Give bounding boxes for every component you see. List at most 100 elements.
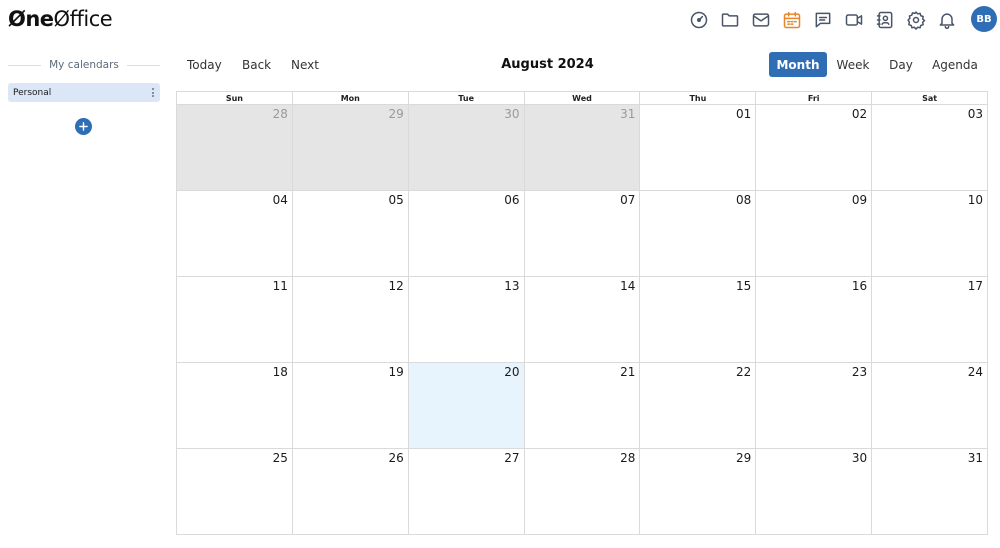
chat-icon[interactable] <box>807 7 838 32</box>
gear-icon[interactable] <box>900 7 931 32</box>
day-number[interactable]: 20 <box>504 365 519 379</box>
day-cell[interactable]: 04 <box>177 191 292 276</box>
day-number[interactable]: 26 <box>388 451 403 465</box>
day-cell[interactable]: 23 <box>755 363 871 448</box>
day-number[interactable]: 04 <box>273 193 288 207</box>
day-number[interactable]: 21 <box>620 365 635 379</box>
day-number[interactable]: 29 <box>736 451 751 465</box>
day-number[interactable]: 16 <box>852 279 867 293</box>
day-number[interactable]: 27 <box>504 451 519 465</box>
day-cell[interactable]: 28 <box>177 105 292 190</box>
day-number[interactable]: 15 <box>736 279 751 293</box>
day-cell[interactable]: 19 <box>291 363 408 448</box>
weekday-header: Sun Mon Tue Wed Thu Fri Sat <box>177 92 987 105</box>
day-cell[interactable]: 02 <box>755 105 871 190</box>
more-options-icon[interactable] <box>152 88 154 97</box>
day-number[interactable]: 30 <box>852 451 867 465</box>
today-button[interactable]: Today <box>187 57 222 73</box>
day-cell[interactable]: 06 <box>407 191 524 276</box>
day-number[interactable]: 10 <box>968 193 983 207</box>
day-cell[interactable]: 07 <box>523 191 640 276</box>
app-logo[interactable]: ØneØffice <box>8 7 113 31</box>
day-number[interactable]: 31 <box>620 107 635 121</box>
day-number[interactable]: 12 <box>388 279 403 293</box>
day-number[interactable]: 02 <box>852 107 867 121</box>
day-number[interactable]: 28 <box>620 451 635 465</box>
day-cell[interactable]: 03 <box>871 105 987 190</box>
day-cell[interactable]: 09 <box>755 191 871 276</box>
back-button[interactable]: Back <box>242 57 271 73</box>
next-button[interactable]: Next <box>291 57 319 73</box>
mail-icon[interactable] <box>745 7 776 32</box>
day-cell[interactable]: 10 <box>871 191 987 276</box>
folder-icon[interactable] <box>714 7 745 32</box>
day-number[interactable]: 28 <box>273 107 288 121</box>
day-cell[interactable]: 25 <box>177 449 292 534</box>
day-number[interactable]: 01 <box>736 107 751 121</box>
day-number[interactable]: 08 <box>736 193 751 207</box>
day-number[interactable]: 24 <box>968 365 983 379</box>
avatar-initials: BB <box>976 13 992 25</box>
bell-icon[interactable] <box>931 7 962 32</box>
day-number[interactable]: 31 <box>968 451 983 465</box>
day-number[interactable]: 22 <box>736 365 751 379</box>
day-number[interactable]: 18 <box>273 365 288 379</box>
day-cell-today[interactable]: 20 <box>407 363 524 448</box>
calendar-icon[interactable] <box>776 7 807 32</box>
day-cell[interactable]: 11 <box>177 277 292 362</box>
day-number[interactable]: 14 <box>620 279 635 293</box>
view-day-button[interactable]: Day <box>884 52 918 77</box>
day-cell[interactable]: 16 <box>755 277 871 362</box>
weekday-label: Sat <box>871 92 987 104</box>
view-week-button[interactable]: Week <box>833 52 873 77</box>
day-cell[interactable]: 29 <box>639 449 755 534</box>
day-cell[interactable]: 21 <box>523 363 640 448</box>
day-number[interactable]: 13 <box>504 279 519 293</box>
day-cell[interactable]: 31 <box>871 449 987 534</box>
day-number[interactable]: 03 <box>968 107 983 121</box>
day-cell[interactable]: 30 <box>755 449 871 534</box>
view-month-button[interactable]: Month <box>769 52 827 77</box>
day-number[interactable]: 11 <box>273 279 288 293</box>
day-number[interactable]: 25 <box>273 451 288 465</box>
sidebar-header: My calendars <box>8 57 160 73</box>
day-cell[interactable]: 17 <box>871 277 987 362</box>
calendar-item-label: Personal <box>13 87 52 98</box>
day-cell[interactable]: 24 <box>871 363 987 448</box>
day-number[interactable]: 17 <box>968 279 983 293</box>
week-row: 11 12 13 14 15 16 17 <box>177 276 987 362</box>
day-number[interactable]: 30 <box>504 107 519 121</box>
week-row: 18 19 20 21 22 23 24 <box>177 362 987 448</box>
day-number[interactable]: 07 <box>620 193 635 207</box>
view-agenda-button[interactable]: Agenda <box>928 52 982 77</box>
contacts-icon[interactable] <box>869 7 900 32</box>
day-number[interactable]: 09 <box>852 193 867 207</box>
dashboard-icon[interactable] <box>683 7 714 32</box>
video-icon[interactable] <box>838 7 869 32</box>
calendar-item-personal[interactable]: Personal <box>8 83 160 102</box>
day-cell[interactable]: 05 <box>291 191 408 276</box>
day-number[interactable]: 23 <box>852 365 867 379</box>
day-cell[interactable]: 31 <box>523 105 640 190</box>
day-cell[interactable]: 29 <box>291 105 408 190</box>
day-cell[interactable]: 13 <box>407 277 524 362</box>
day-number[interactable]: 19 <box>388 365 403 379</box>
plus-icon <box>79 122 88 131</box>
day-cell[interactable]: 30 <box>407 105 524 190</box>
week-row: 04 05 06 07 08 09 10 <box>177 190 987 276</box>
day-number[interactable]: 05 <box>388 193 403 207</box>
user-avatar[interactable]: BB <box>971 6 997 32</box>
day-cell[interactable]: 28 <box>523 449 640 534</box>
day-number[interactable]: 06 <box>504 193 519 207</box>
day-number[interactable]: 29 <box>388 107 403 121</box>
day-cell[interactable]: 14 <box>523 277 640 362</box>
day-cell[interactable]: 18 <box>177 363 292 448</box>
add-calendar-button[interactable] <box>75 118 92 135</box>
day-cell[interactable]: 08 <box>639 191 755 276</box>
day-cell[interactable]: 27 <box>407 449 524 534</box>
day-cell[interactable]: 15 <box>639 277 755 362</box>
day-cell[interactable]: 01 <box>639 105 755 190</box>
day-cell[interactable]: 22 <box>639 363 755 448</box>
day-cell[interactable]: 12 <box>291 277 408 362</box>
day-cell[interactable]: 26 <box>291 449 408 534</box>
